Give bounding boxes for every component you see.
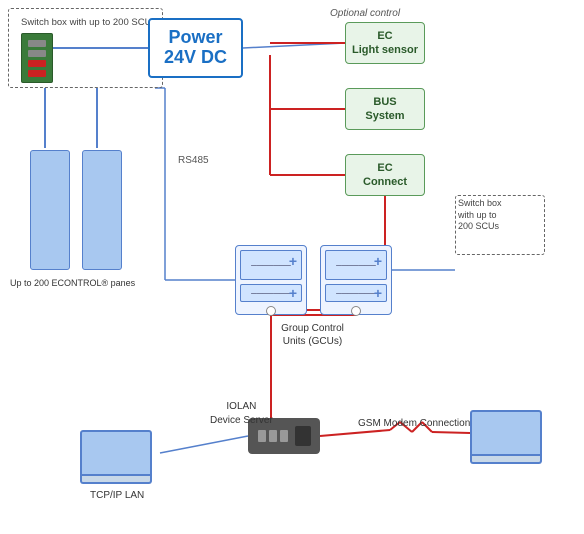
gcu-inner-4: ─────── + [325,284,387,302]
gsm-modem-label: GSM Modem Connection [358,418,470,429]
laptop-1 [80,430,152,484]
tcpip-label: TCP/IP LAN [90,490,144,501]
ec-connect-text: ECConnect [363,161,407,190]
pane-label: Up to 200 ECONTROL® panes [10,278,150,288]
gcu-plus-3: + [374,253,382,269]
iolan-port-3 [280,430,288,442]
power-label-line2: 24V DC [164,48,227,68]
switch-box-top: Switch box with up to 200 SCUs [8,8,163,88]
gcu-plus-1: + [289,253,297,269]
gcu-plus-4: + [374,285,382,301]
gcu-label: Group Control Units (GCUs) [235,322,390,348]
gcu-inner-label-1: ─────── [251,261,291,270]
switch-box-top-label: Switch box with up to 200 SCUs [21,17,156,29]
iolan-label: IOLAN Device Server [210,400,273,428]
ec-light-text: ECLight sensor [352,29,418,58]
optional-control-label: Optional control [330,8,400,19]
switch-box-right-label: Switch boxwith up to200 SCUs [458,198,502,233]
laptop-base-1 [80,476,152,484]
power-label-line1: Power [168,28,222,48]
iolan-main-body [295,426,311,446]
iolan-port-1 [258,430,266,442]
gcu-plus-2: + [289,285,297,301]
ec-bus-text: BUSSystem [365,95,404,124]
laptop-screen-2 [470,410,542,456]
system-diagram: Switch box with up to 200 SCUs Power 24V… [0,0,584,534]
gcu-box-2: ─────── + ─────── + [320,245,392,315]
gcu-inner-2: ─────── + [240,284,302,302]
terminal-pin-4 [28,70,46,77]
econtrol-pane-1 [30,150,70,270]
terminal-pin-2 [28,50,46,57]
econtrol-pane-2 [82,150,122,270]
rs485-label: RS485 [178,155,209,166]
gcu-box-1: ─────── + ─────── + [235,245,307,315]
laptop-base-2 [470,456,542,464]
gcu-inner-3: ─────── + [325,250,387,280]
gcu-circle-1 [266,306,276,316]
terminal-block [21,33,53,83]
ec-connect-box: ECConnect [345,154,425,196]
gcu-inner-1: ─────── + [240,250,302,280]
ec-light-sensor-box: ECLight sensor [345,22,425,64]
power-box: Power 24V DC [148,18,243,78]
terminal-pin-3 [28,60,46,67]
terminal-pin-1 [28,40,46,47]
iolan-port-2 [269,430,277,442]
ec-bus-system-box: BUSSystem [345,88,425,130]
laptop-2 [470,410,542,464]
gcu-circle-2 [351,306,361,316]
laptop-screen-1 [80,430,152,476]
